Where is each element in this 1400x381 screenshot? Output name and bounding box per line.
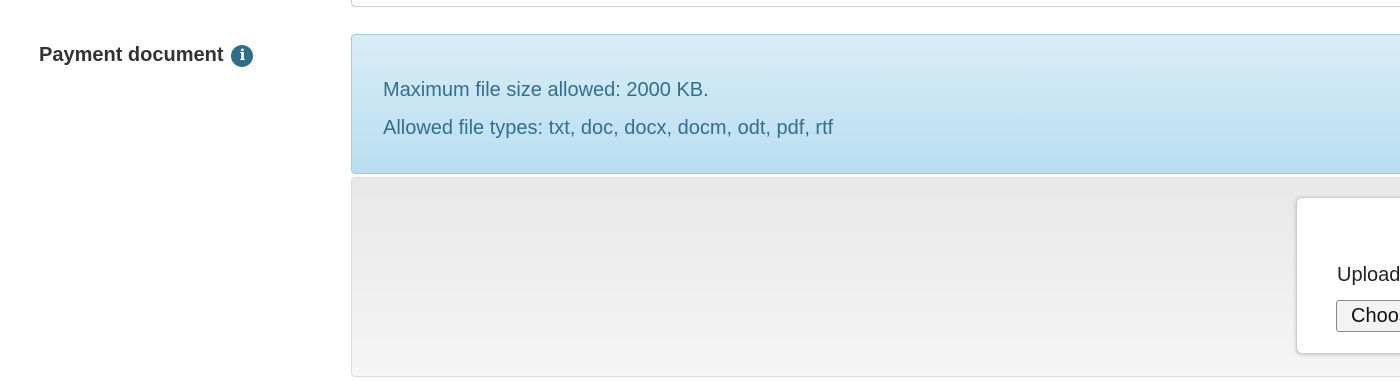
upload-drop-area[interactable]: Upload Choose File bbox=[351, 177, 1400, 377]
file-constraints-alert: Maximum file size allowed: 2000 KB. Allo… bbox=[351, 34, 1400, 174]
previous-field-box[interactable] bbox=[351, 0, 1400, 7]
field-label: Payment document i bbox=[39, 44, 254, 67]
field-label-text: Payment document bbox=[39, 44, 224, 66]
choose-file-button[interactable]: Choose File bbox=[1336, 300, 1400, 332]
info-icon[interactable]: i bbox=[231, 44, 254, 67]
upload-card: Upload Choose File bbox=[1296, 197, 1400, 354]
upload-label: Upload bbox=[1337, 264, 1400, 286]
max-file-size-text: Maximum file size allowed: 2000 KB. bbox=[383, 79, 709, 101]
page: Payment document i Maximum file size all… bbox=[0, 0, 1400, 381]
allowed-file-types-text: Allowed file types: txt, doc, docx, docm… bbox=[383, 117, 834, 139]
